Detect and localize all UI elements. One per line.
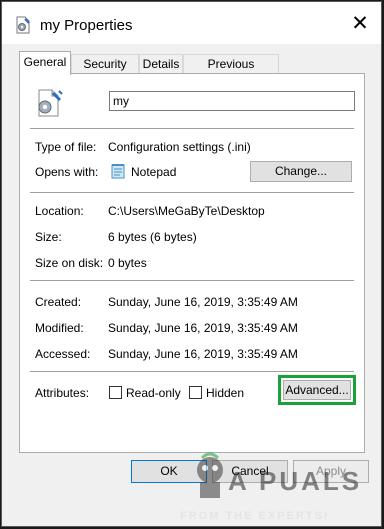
created-label: Created:: [35, 295, 82, 309]
tab-security[interactable]: Security: [71, 54, 139, 73]
general-panel: my Type of file: Configuration settings …: [19, 73, 365, 453]
divider: [30, 280, 354, 281]
watermark-brand: A PUALS: [228, 466, 363, 496]
modified-label: Modified:: [35, 321, 84, 335]
window-title: my Properties: [40, 17, 133, 34]
location-value: C:\Users\MeGaByTe\Desktop: [108, 204, 265, 218]
close-button[interactable]: ✕: [343, 9, 377, 39]
type-value: Configuration settings (.ini): [108, 140, 251, 154]
divider: [30, 371, 354, 372]
accessed-value: Sunday, June 16, 2019, 3:35:49 AM: [108, 347, 298, 361]
accessed-label: Accessed:: [35, 347, 91, 361]
opens-with-label: Opens with:: [35, 165, 99, 179]
divider: [30, 192, 354, 193]
properties-dialog: my Properties ✕ General Security Details…: [1, 1, 382, 527]
location-label: Location:: [35, 204, 84, 218]
size-label: Size:: [35, 230, 62, 244]
settings-file-icon: [38, 89, 63, 117]
appuals-watermark: A PUALS FROM THE EXPERTS!: [180, 452, 380, 527]
watermark-tagline: FROM THE EXPERTS!: [180, 510, 330, 522]
title-bar: my Properties ✕: [2, 2, 381, 44]
tab-general[interactable]: General: [19, 51, 71, 75]
hidden-label: Hidden: [206, 386, 245, 400]
settings-file-icon: [16, 16, 30, 34]
type-label: Type of file:: [35, 140, 97, 154]
tab-details[interactable]: Details: [139, 54, 183, 73]
size-value: 6 bytes (6 bytes): [108, 230, 197, 244]
file-name-input[interactable]: my: [109, 91, 355, 111]
created-value: Sunday, June 16, 2019, 3:35:49 AM: [108, 295, 298, 309]
modified-value: Sunday, June 16, 2019, 3:35:49 AM: [108, 321, 298, 335]
size-on-disk-value: 0 bytes: [108, 256, 147, 270]
mascot-logo: [197, 452, 223, 498]
read-only-label: Read-only: [126, 386, 181, 400]
divider: [30, 128, 354, 129]
change-button[interactable]: Change...: [250, 161, 352, 182]
read-only-checkbox[interactable]: [109, 386, 122, 399]
advanced-button[interactable]: Advanced...: [283, 380, 351, 400]
hidden-checkbox[interactable]: [189, 386, 202, 399]
attributes-label: Attributes:: [35, 386, 90, 400]
opens-with-value: Notepad: [131, 165, 177, 179]
tab-previous-versions[interactable]: Previous Versions: [183, 54, 279, 90]
notepad-icon: [111, 164, 125, 179]
size-on-disk-label: Size on disk:: [35, 256, 104, 270]
